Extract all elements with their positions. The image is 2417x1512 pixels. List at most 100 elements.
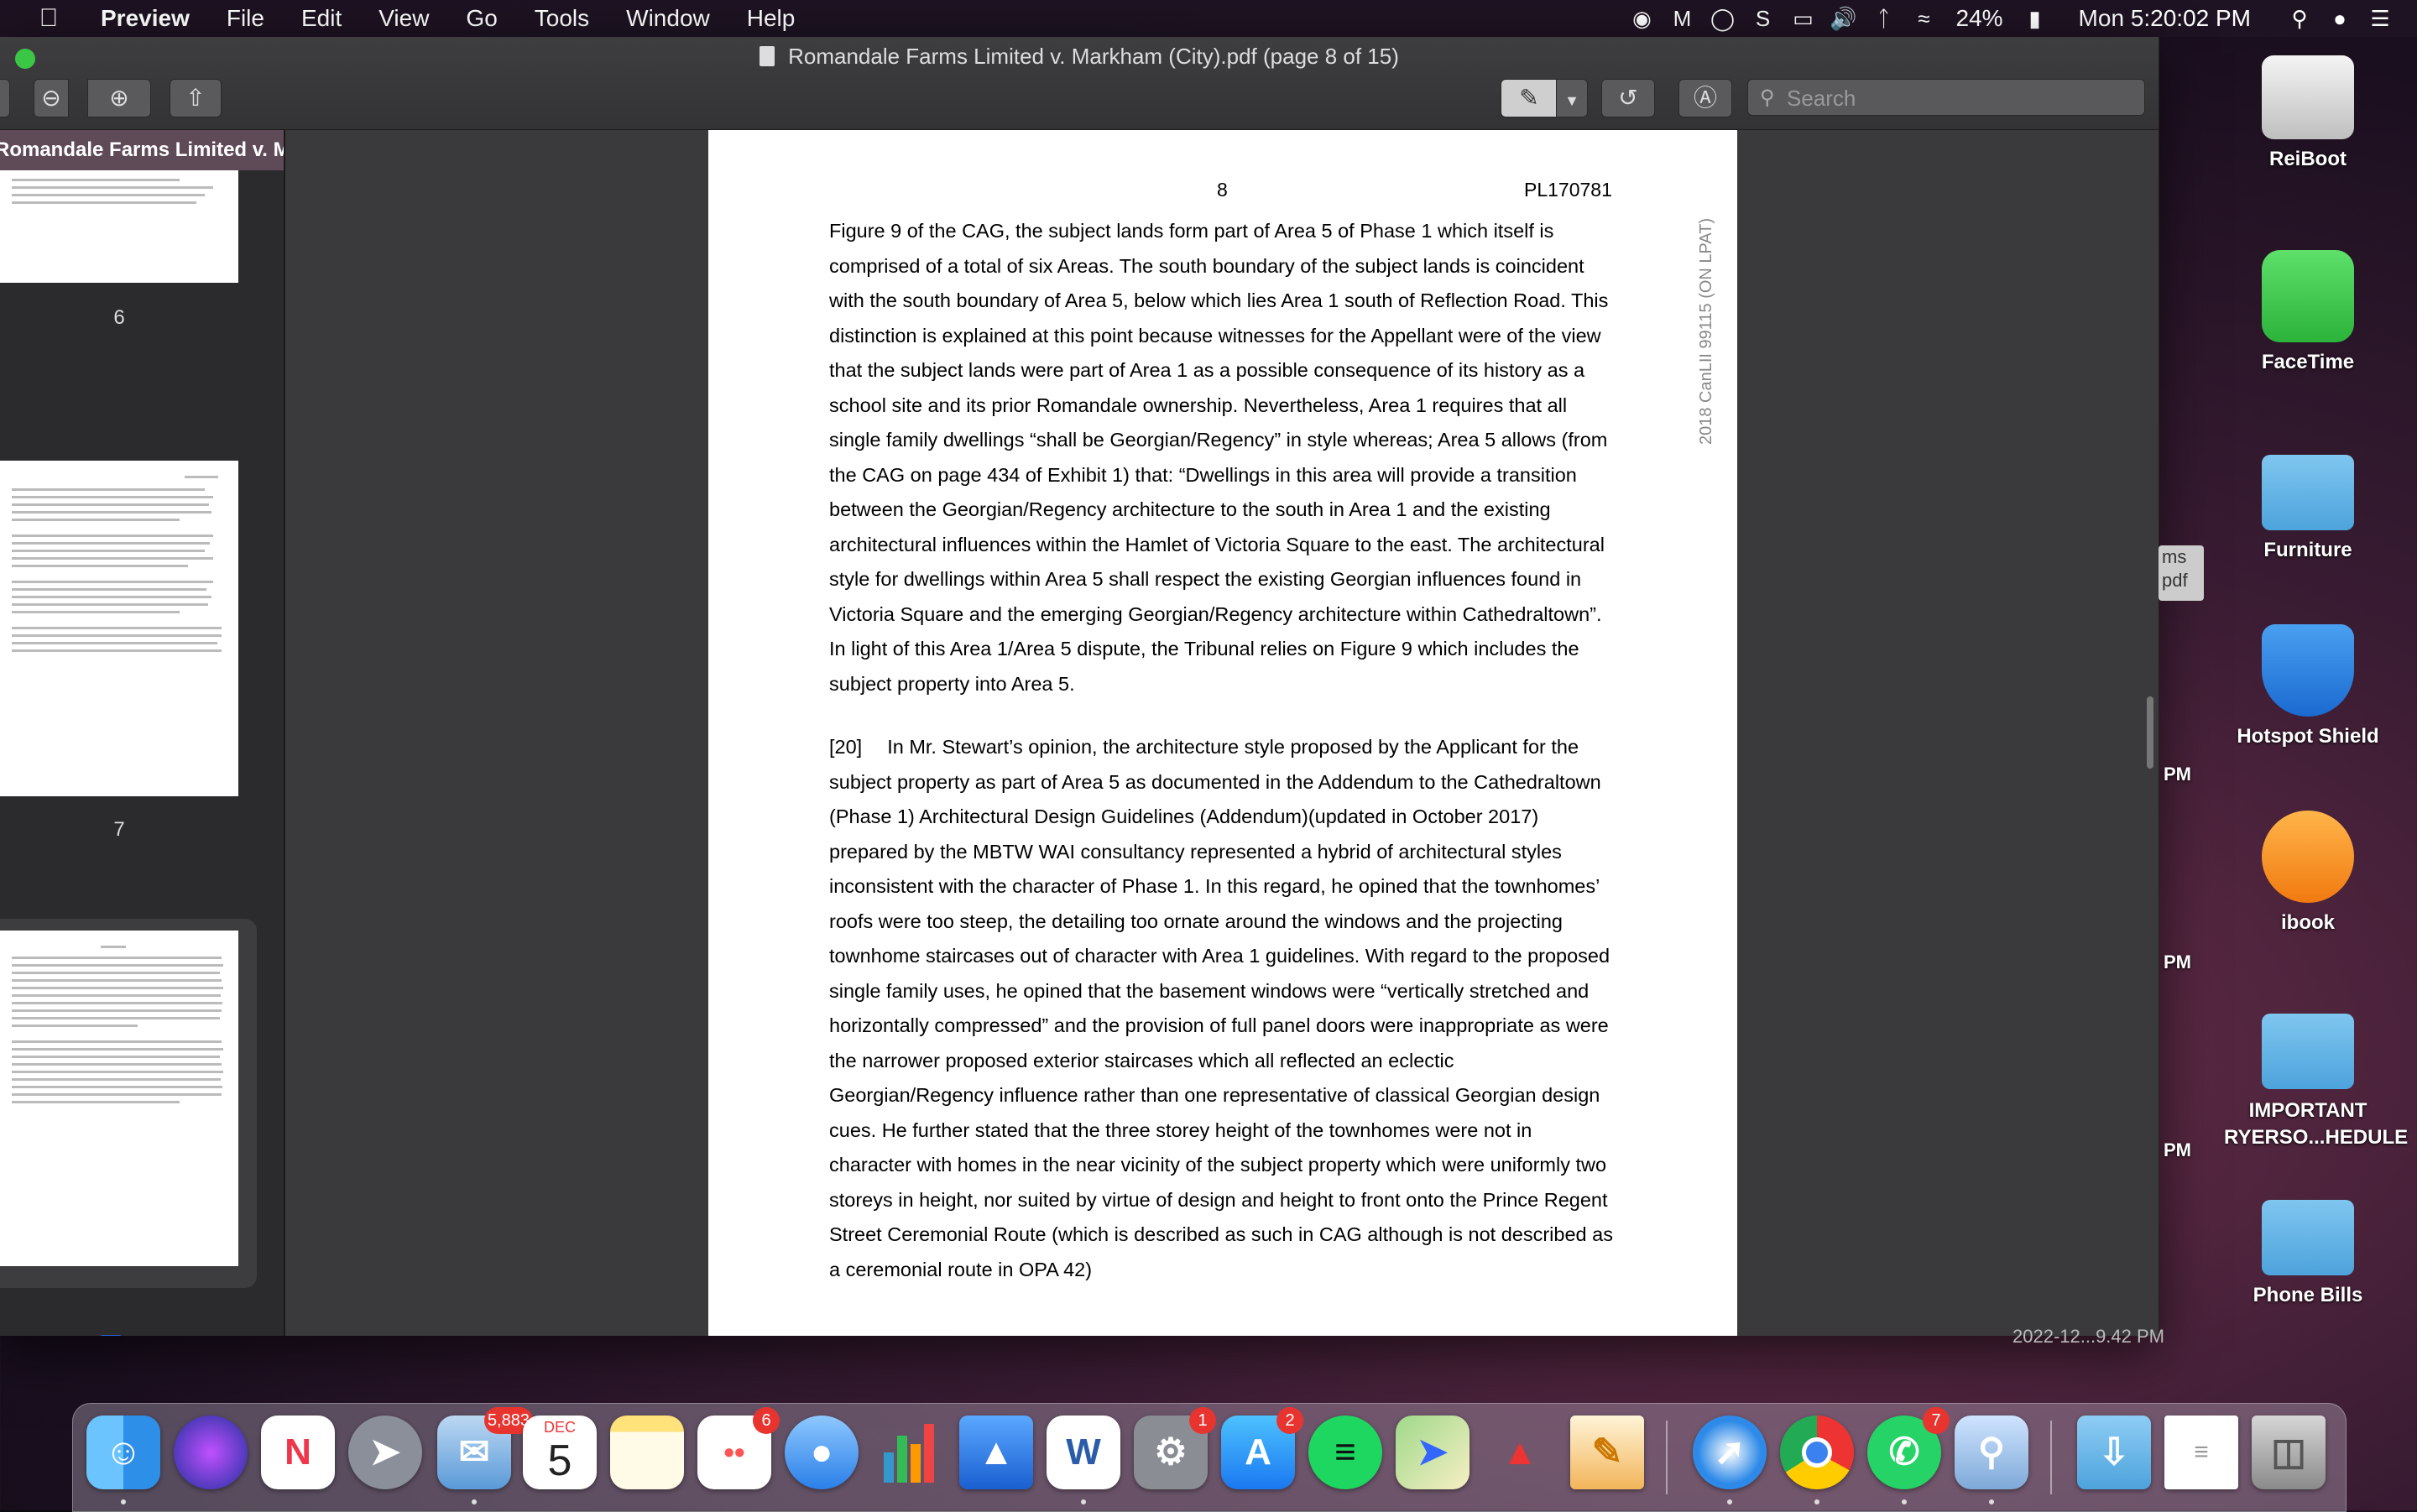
dock-whatsapp[interactable]: ✆ 7	[1867, 1416, 1941, 1489]
menu-app-name[interactable]: Preview	[67, 5, 208, 32]
desktop-icon-reiboot[interactable]: ReiBoot	[2224, 55, 2392, 171]
menu-clock[interactable]: Mon 5:20:02 PM	[2055, 5, 2279, 32]
search-icon: ⚲	[1760, 80, 1775, 117]
search-input[interactable]: ⚲ Search	[1747, 79, 2145, 116]
window-title: Romandale Farms Limited v. Markham (City…	[0, 44, 2159, 70]
dock-mail[interactable]: ✉ 5,883	[437, 1416, 511, 1489]
pdf-page[interactable]: 8 PL170781 Figure 9 of the CAG, the subj…	[708, 130, 1737, 1336]
download-icon: ⇩	[2077, 1416, 2151, 1489]
dock-numbers[interactable]	[872, 1416, 946, 1489]
menu-file[interactable]: File	[208, 5, 283, 32]
battery-icon[interactable]: ▮	[2015, 6, 2055, 32]
desktop-icon-furniture[interactable]: Furniture	[2224, 438, 2392, 562]
menu-tools[interactable]: Tools	[516, 5, 608, 32]
bar-chart-icon	[872, 1416, 946, 1489]
creative-cloud-icon[interactable]: ◉	[1622, 6, 1663, 32]
thumbnail-sidebar[interactable]: Romandale Farms Limited v. M... 6	[0, 130, 285, 1336]
highlight-options-dropdown[interactable]: ▼	[1556, 79, 1588, 117]
dock-messages[interactable]: ●	[785, 1416, 859, 1489]
dock-app-store[interactable]: A 2	[1221, 1416, 1295, 1489]
window-titlebar: Romandale Farms Limited v. Markham (City…	[0, 37, 2159, 130]
dock-maps[interactable]: ➤	[1396, 1416, 1470, 1489]
dock-launchpad[interactable]: ➤	[348, 1416, 422, 1489]
menu-window[interactable]: Window	[608, 5, 728, 32]
dock-chrome[interactable]	[1780, 1416, 1854, 1489]
menu-help[interactable]: Help	[728, 5, 814, 32]
dock: ☺ N ➤ ✉ 5,883 DEC 5 •• 6 ● ▲ W ⚙ 1 A 2 ≡…	[72, 1403, 2347, 1512]
battery-percent: 24%	[1945, 5, 2015, 32]
menu-go[interactable]: Go	[447, 5, 515, 32]
chrome-icon	[1780, 1416, 1854, 1489]
dock-news[interactable]: N	[261, 1416, 335, 1489]
desktop-icon-hotspot-shield[interactable]: Hotspot Shield	[2224, 624, 2392, 748]
document-icon: ≡	[2164, 1416, 2238, 1489]
desktop-icon-ibook[interactable]: ibook	[2224, 811, 2392, 935]
calendar-day: 5	[523, 1436, 597, 1486]
share-icon: ⇧	[185, 85, 205, 111]
desktop-icon-important-schedule[interactable]: IMPORTANT RYERSO...HEDULE	[2224, 997, 2392, 1151]
malwarebytes-icon[interactable]: M	[1663, 6, 1703, 32]
dock-notes[interactable]	[610, 1416, 684, 1489]
markup-toolbar-button[interactable]: Ⓐ	[1678, 79, 1732, 117]
dock-spotify[interactable]: ≡	[1308, 1416, 1382, 1489]
menu-edit[interactable]: Edit	[283, 5, 360, 32]
globe-icon[interactable]: ◯	[1703, 6, 1743, 32]
preview-window: Romandale Farms Limited v. Markham (City…	[0, 37, 2159, 1336]
siri-icon[interactable]: ●	[2320, 6, 2360, 32]
page-thumbnail-6[interactable]	[0, 170, 238, 283]
zoom-out-button[interactable]: ⊖	[34, 79, 69, 117]
highlighter-icon: ✎	[1519, 85, 1538, 111]
page-thumbnail-8[interactable]	[0, 931, 238, 1266]
zoom-in-button[interactable]: ⊕	[87, 79, 151, 117]
desktop-icon-facetime[interactable]: FaceTime	[2224, 250, 2392, 374]
chevron-down-icon: ▼	[1564, 92, 1579, 109]
zoom-out-icon: ⊖	[41, 85, 60, 111]
dock-trash[interactable]: ◫	[2252, 1416, 2326, 1489]
page-thumbnail-7[interactable]	[0, 461, 238, 796]
dock-popcorn-time[interactable]: ▲	[1483, 1416, 1557, 1489]
sidebar-document-title[interactable]: Romandale Farms Limited v. M...	[0, 130, 284, 170]
dock-siri[interactable]	[174, 1416, 248, 1489]
airplay-icon[interactable]: ▭	[1783, 6, 1824, 32]
spotlight-search-icon[interactable]: ⚲	[2279, 6, 2320, 32]
dock-word[interactable]: W	[1047, 1416, 1120, 1489]
partial-desktop-file[interactable]: ms pdf	[2159, 545, 2204, 601]
dock-preview[interactable]: ⚲	[1955, 1416, 2028, 1489]
shazam-icon[interactable]: S	[1743, 6, 1783, 32]
desktop-icon-phone-bills[interactable]: Phone Bills	[2224, 1183, 2392, 1307]
menu-view[interactable]: View	[360, 5, 447, 32]
dock-system-preferences[interactable]: ⚙ 1	[1134, 1416, 1208, 1489]
desktop-partial-label: PM	[2164, 952, 2191, 973]
book-icon	[2262, 811, 2354, 903]
paragraph-20-text: In Mr. Stewart’s opinion, the architectu…	[829, 736, 1613, 1280]
dock-keynote[interactable]: ▲	[959, 1416, 1033, 1489]
page-number-8-selected: 8	[99, 1335, 123, 1336]
bluetooth-icon[interactable]: ᛏ	[1864, 6, 1904, 32]
dock-safari[interactable]: ➚	[1693, 1416, 1767, 1489]
share-button[interactable]: ⇧	[170, 79, 222, 117]
sidebar-toggle-button[interactable]	[0, 79, 10, 117]
dock-downloads-folder[interactable]: ⇩	[2077, 1416, 2151, 1489]
paragraph-20: [20]In Mr. Stewart’s opinion, the archit…	[829, 730, 1618, 1287]
compass-icon: ➚	[1693, 1416, 1767, 1489]
wifi-icon[interactable]: ≈	[1904, 6, 1945, 32]
system-preferences-badge: 1	[1189, 1407, 1216, 1434]
siri-icon	[174, 1416, 248, 1489]
menu-bar:  Preview File Edit View Go Tools Window…	[0, 0, 2417, 37]
dock-calendar[interactable]: DEC 5	[523, 1416, 597, 1489]
rotate-button[interactable]: ↺	[1601, 79, 1655, 117]
dock-recent-document[interactable]: ≡	[2164, 1416, 2238, 1489]
volume-icon[interactable]: 🔊	[1824, 6, 1864, 32]
markup-highlight-button[interactable]: ✎	[1501, 79, 1558, 117]
apple-menu-icon[interactable]: 	[30, 4, 67, 33]
speech-bubble-icon: ●	[785, 1416, 859, 1489]
notification-center-icon[interactable]: ☰	[2360, 6, 2400, 32]
notes-icon	[610, 1416, 684, 1489]
dock-finder[interactable]: ☺	[86, 1416, 160, 1489]
rocket-icon: ➤	[348, 1416, 422, 1489]
rotate-icon: ↺	[1618, 85, 1637, 111]
vertical-scrollbar[interactable]	[2147, 696, 2153, 769]
dock-pages[interactable]: ✎	[1570, 1416, 1644, 1489]
paragraph-number: [20]	[829, 736, 887, 758]
dock-reminders[interactable]: •• 6	[697, 1416, 771, 1489]
